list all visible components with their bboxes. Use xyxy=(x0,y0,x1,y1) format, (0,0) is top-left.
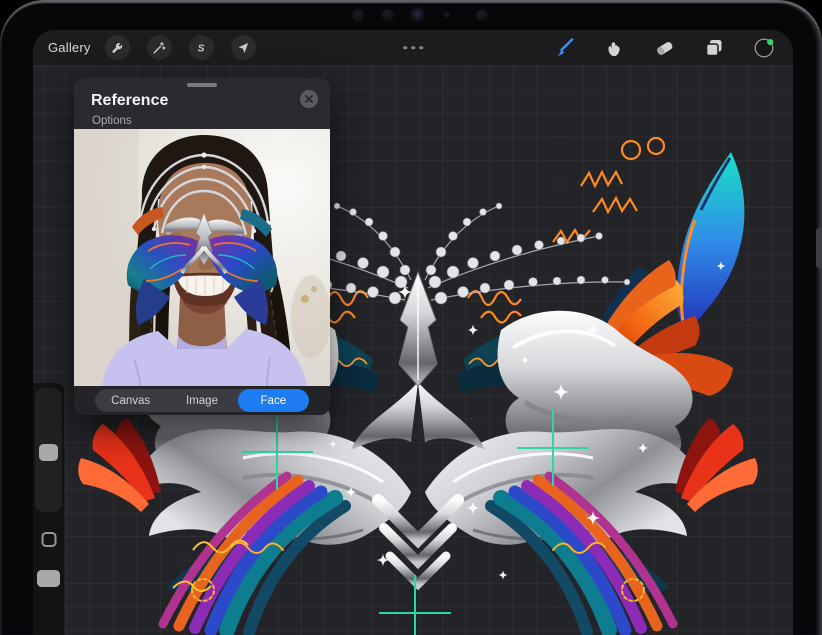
selection-s-icon: S xyxy=(194,41,208,55)
actions-button[interactable] xyxy=(105,35,130,60)
magic-wand-icon xyxy=(152,41,166,55)
eraser-icon xyxy=(653,37,676,59)
camera-sensor-dot xyxy=(444,12,450,18)
tab-face[interactable]: Face xyxy=(238,389,309,412)
brush-size-slider[interactable] xyxy=(35,388,62,512)
panel-drag-handle[interactable] xyxy=(187,83,217,87)
gallery-button[interactable]: Gallery xyxy=(48,40,91,55)
camera-sensor-dot xyxy=(352,9,364,21)
panel-title: Reference xyxy=(91,92,168,110)
device-side-button xyxy=(816,228,822,268)
camera-sensor-dot xyxy=(382,9,394,21)
ipad-device: Gallery S xyxy=(0,0,822,635)
adjustments-button[interactable] xyxy=(147,35,172,60)
procreate-screen: Gallery S xyxy=(33,30,793,635)
color-circle-icon xyxy=(752,35,776,61)
eraser-button[interactable] xyxy=(652,36,676,60)
reference-panel: Reference Options xyxy=(74,78,330,415)
layers-icon xyxy=(703,37,725,59)
panel-options-link[interactable]: Options xyxy=(92,115,132,127)
tab-canvas[interactable]: Canvas xyxy=(95,389,166,412)
smudge-button[interactable] xyxy=(602,36,626,60)
front-camera xyxy=(410,7,425,22)
close-icon xyxy=(305,95,313,103)
reference-face-preview[interactable] xyxy=(74,129,330,386)
transform-button[interactable] xyxy=(231,35,256,60)
svg-text:S: S xyxy=(198,43,205,54)
close-button[interactable] xyxy=(300,90,318,108)
brush-icon xyxy=(553,37,575,59)
multitasking-indicator-icon[interactable] xyxy=(403,46,423,50)
top-toolbar: Gallery S xyxy=(33,30,793,66)
camera-sensor-dot xyxy=(476,9,488,21)
active-color-dot xyxy=(767,38,773,44)
paint-brush-button[interactable] xyxy=(552,36,576,60)
reference-tab-bar: Canvas Image Face xyxy=(74,386,330,415)
brush-sidebar xyxy=(33,383,64,635)
smudge-finger-icon xyxy=(603,37,625,59)
selection-button[interactable]: S xyxy=(189,35,214,60)
brush-size-handle[interactable] xyxy=(39,444,58,461)
tab-image[interactable]: Image xyxy=(166,389,237,412)
layers-button[interactable] xyxy=(702,36,726,60)
transform-arrow-icon xyxy=(236,41,250,55)
color-swatch-button[interactable] xyxy=(752,36,776,60)
wrench-icon xyxy=(110,41,124,55)
modify-button[interactable] xyxy=(41,532,56,547)
reference-mode-segmented-control: Canvas Image Face xyxy=(95,389,309,412)
brush-opacity-handle[interactable] xyxy=(37,570,60,587)
